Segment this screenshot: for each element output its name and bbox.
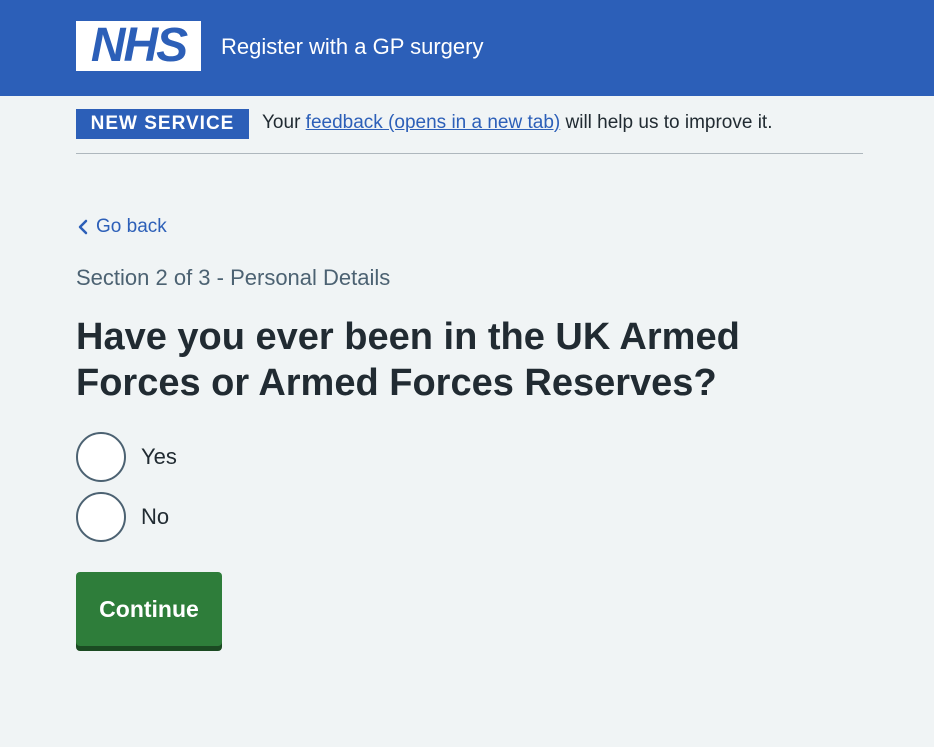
phase-banner-text: Your feedback (opens in a new tab) will … bbox=[262, 109, 772, 137]
nhs-logo-text: NHS bbox=[90, 19, 188, 72]
nhs-logo[interactable]: NHS bbox=[76, 21, 201, 71]
continue-button[interactable]: Continue bbox=[76, 572, 222, 646]
section-caption: Section 2 of 3 - Personal Details bbox=[76, 265, 391, 290]
radio-option-yes[interactable]: Yes bbox=[76, 432, 177, 482]
radio-button-no[interactable] bbox=[76, 492, 126, 542]
phase-banner: NEW SERVICE Your feedback (opens in a ne… bbox=[76, 109, 863, 154]
new-service-tag: NEW SERVICE bbox=[76, 109, 249, 139]
go-back-label: Go back bbox=[96, 216, 167, 237]
chevron-left-icon bbox=[76, 213, 90, 241]
phase-text-before: Your bbox=[262, 112, 306, 133]
radio-option-no[interactable]: No bbox=[76, 492, 169, 542]
phase-text-after: will help us to improve it. bbox=[560, 112, 773, 133]
service-name-link[interactable]: Register with a GP surgery bbox=[221, 32, 483, 62]
site-header: NHS Register with a GP surgery bbox=[0, 0, 934, 96]
question-heading: Have you ever been in the UK Armed Force… bbox=[76, 316, 740, 404]
feedback-link[interactable]: feedback (opens in a new tab) bbox=[306, 112, 561, 133]
radio-button-yes[interactable] bbox=[76, 432, 126, 482]
go-back-link[interactable]: Go back bbox=[76, 213, 167, 241]
radio-label-no: No bbox=[141, 504, 170, 529]
radio-label-yes: Yes bbox=[141, 444, 177, 469]
